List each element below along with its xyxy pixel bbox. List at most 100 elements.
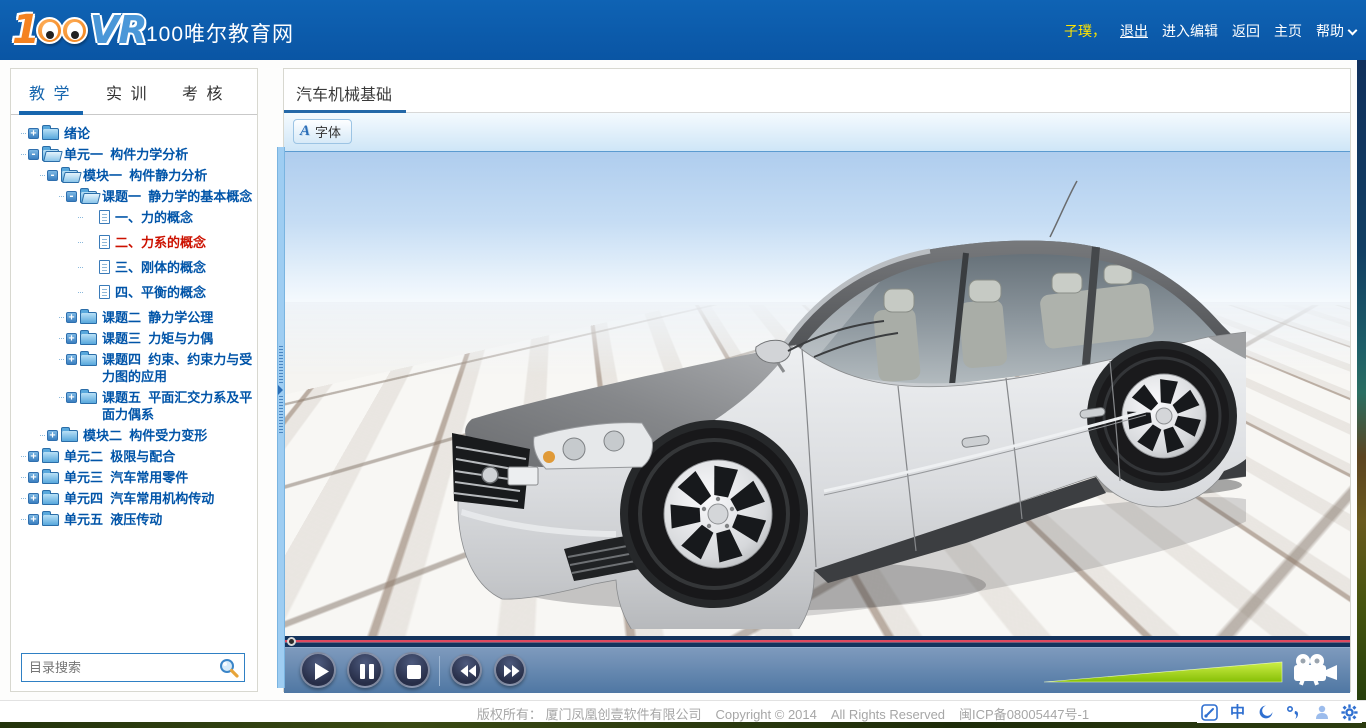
night-mode-icon[interactable] [1257, 704, 1274, 721]
stop-button[interactable] [394, 652, 430, 688]
car-3d-model[interactable] [446, 179, 1246, 629]
tab-course-title[interactable]: 汽车机械基础 [296, 81, 392, 105]
expand-toggle-icon[interactable]: + [66, 354, 77, 365]
tab-assessment[interactable]: 考 核 [182, 80, 224, 104]
expand-toggle-icon[interactable]: + [28, 128, 39, 139]
expand-toggle-icon[interactable]: + [28, 493, 39, 504]
play-icon [302, 654, 338, 690]
viewer-3d[interactable] [284, 151, 1350, 636]
fast-forward-button[interactable] [494, 654, 526, 686]
tree-item[interactable]: - 模块一 构件静力分析 [21, 167, 253, 184]
tree-item[interactable]: + 单元五 液压传动 [21, 511, 253, 528]
collapse-toggle-icon[interactable]: - [66, 191, 77, 202]
tree-item-label[interactable]: 课题二 静力学公理 [102, 309, 213, 326]
seek-handle[interactable] [287, 637, 296, 646]
tree-item[interactable]: + 单元三 汽车常用零件 [21, 469, 253, 486]
panel-splitter[interactable] [277, 147, 285, 688]
expand-toggle-icon[interactable]: + [28, 451, 39, 462]
tab-teaching[interactable]: 教 学 [29, 80, 71, 104]
tree-item[interactable]: 二、力系的概念 [21, 234, 253, 251]
tab-training[interactable]: 实 训 [106, 80, 148, 104]
seek-bar[interactable] [284, 636, 1350, 647]
home-link[interactable]: 主页 [1274, 21, 1302, 41]
tree-item-label[interactable]: 单元五 液压传动 [64, 511, 162, 528]
tree-item-label[interactable]: 绪论 [64, 125, 90, 142]
tree-item-label[interactable]: 三、刚体的概念 [115, 259, 206, 276]
course-tree: +绪论-单元一 构件力学分析-模块一 构件静力分析-课题一 静力学的基本概念一、… [11, 119, 257, 643]
translate-icon[interactable]: 中 [1229, 704, 1246, 721]
expand-toggle-icon[interactable]: + [66, 392, 77, 403]
tree-item[interactable]: + 模块二 构件受力变形 [21, 427, 253, 444]
tree-item[interactable]: + 课题三 力矩与力偶 [21, 330, 253, 347]
search-icon[interactable] [218, 657, 240, 679]
pause-button[interactable] [347, 652, 383, 688]
collapse-toggle-icon[interactable]: - [47, 170, 58, 181]
browser-status-icons: 中 [1197, 701, 1362, 723]
logo-eye-icon [36, 17, 63, 44]
folder-icon [42, 514, 59, 526]
catalog-search-box [21, 653, 245, 682]
tree-item-label[interactable]: 单元二 极限与配合 [64, 448, 175, 465]
expand-toggle-icon[interactable]: + [28, 472, 39, 483]
tree-item[interactable]: + 课题五 平面汇交力系及平面力偶系 [21, 389, 253, 423]
logout-link[interactable]: 退出 [1120, 21, 1148, 41]
open-folder-icon [61, 170, 78, 182]
tree-item[interactable]: + 课题四 约束、约束力与受力图的应用 [21, 351, 253, 385]
play-button[interactable] [300, 652, 336, 688]
tree-item-label[interactable]: 课题四 约束、约束力与受力图的应用 [102, 351, 253, 385]
logo-eye-icon [61, 17, 88, 44]
folder-icon [80, 392, 97, 404]
tree-item-label[interactable]: 模块二 构件受力变形 [83, 427, 207, 444]
tree-item-label[interactable]: 四、平衡的概念 [115, 284, 206, 301]
tree-item-label[interactable]: 课题一 静力学的基本概念 [102, 188, 252, 205]
voice-icon[interactable] [1285, 704, 1302, 721]
help-menu[interactable]: 帮助 [1316, 21, 1356, 41]
document-icon [99, 285, 110, 299]
folder-icon [80, 333, 97, 345]
document-icon [99, 260, 110, 274]
logo-text-100: 1 [12, 7, 38, 53]
folder-icon [42, 128, 59, 140]
username-text: 子璞， [1064, 21, 1106, 41]
font-button[interactable]: A 字体 [293, 119, 352, 144]
rewind-button[interactable] [450, 654, 482, 686]
enter-edit-link[interactable]: 进入编辑 [1162, 21, 1218, 41]
speed-dial-icon[interactable] [1201, 704, 1218, 721]
expand-toggle-icon[interactable]: + [66, 312, 77, 323]
tree-item[interactable]: - 课题一 静力学的基本概念 [21, 188, 253, 205]
header-nav: 子璞， 退出 进入编辑 返回 主页 帮助 [1064, 21, 1356, 41]
tree-item[interactable]: + 单元四 汽车常用机构传动 [21, 490, 253, 507]
folder-icon [42, 493, 59, 505]
collapse-toggle-icon[interactable]: - [28, 149, 39, 160]
expand-toggle-icon[interactable]: + [28, 514, 39, 525]
tree-item[interactable]: 一、力的概念 [21, 209, 253, 226]
tree-item-label[interactable]: 课题五 平面汇交力系及平面力偶系 [102, 389, 253, 423]
tree-item[interactable]: + 绪论 [21, 125, 253, 142]
fast-forward-icon [496, 656, 528, 688]
tree-item[interactable]: 三、刚体的概念 [21, 259, 253, 276]
search-input[interactable] [22, 655, 218, 680]
splitter-collapse-arrow-icon [278, 385, 283, 395]
settings-gear-icon[interactable] [1341, 704, 1358, 721]
site-title: 100唯尔教育网 [146, 18, 294, 48]
tree-item-label[interactable]: 二、力系的概念 [115, 234, 206, 251]
tree-item[interactable]: + 单元二 极限与配合 [21, 448, 253, 465]
volume-wedge[interactable] [1044, 660, 1284, 684]
expand-toggle-icon[interactable]: + [47, 430, 58, 441]
viewer-toolbar: A 字体 [284, 113, 1350, 151]
tree-item-label[interactable]: 单元一 构件力学分析 [64, 146, 188, 163]
logo-100vr[interactable]: 1 VR [12, 7, 147, 53]
tree-item-label[interactable]: 课题三 力矩与力偶 [102, 330, 213, 347]
user-icon[interactable] [1313, 704, 1330, 721]
tree-item-label[interactable]: 一、力的概念 [115, 209, 193, 226]
tree-item[interactable]: 四、平衡的概念 [21, 284, 253, 301]
tree-item[interactable]: + 课题二 静力学公理 [21, 309, 253, 326]
tree-item-label[interactable]: 单元三 汽车常用零件 [64, 469, 188, 486]
tree-item-label[interactable]: 单元四 汽车常用机构传动 [64, 490, 214, 507]
expand-toggle-icon[interactable]: + [66, 333, 77, 344]
tree-item-label[interactable]: 模块一 构件静力分析 [83, 167, 207, 184]
tree-item[interactable]: - 单元一 构件力学分析 [21, 146, 253, 163]
back-link[interactable]: 返回 [1232, 21, 1260, 41]
copyright-text: 版权所有： 厦门凤凰创壹软件有限公司Copyright © 2014All Ri… [100, 704, 1366, 723]
camera-button[interactable] [1292, 653, 1338, 687]
